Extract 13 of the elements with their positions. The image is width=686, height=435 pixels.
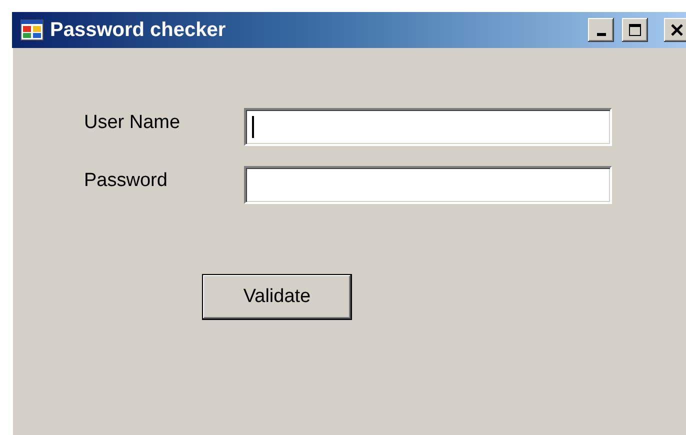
close-icon [670,23,684,37]
validate-button[interactable]: Validate [202,274,352,320]
maximize-button[interactable] [622,18,648,42]
close-button[interactable] [664,18,686,42]
field-label: User Name [84,112,182,135]
minimize-button[interactable] [588,18,614,42]
input-field[interactable] [244,108,612,146]
minimize-icon [596,33,606,36]
app-icon [20,18,44,42]
window-title: Password checker [50,18,227,42]
input-field[interactable] [244,166,612,204]
field-label: Password [84,170,168,193]
maximize-icon [628,23,642,37]
